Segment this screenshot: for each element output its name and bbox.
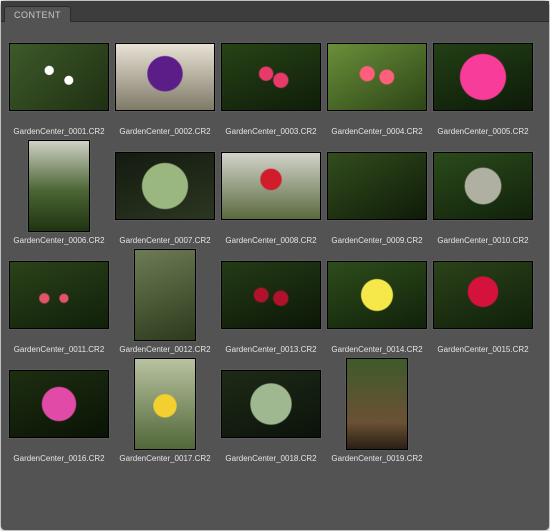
thumbnail-image[interactable]	[221, 370, 321, 438]
thumbnail-filename: GardenCenter_0015.CR2	[433, 345, 533, 354]
thumbnail-box	[221, 250, 321, 340]
thumbnail-cell[interactable]: GardenCenter_0009.CR2	[327, 141, 427, 245]
thumbnail-cell[interactable]: GardenCenter_0001.CR2	[9, 32, 109, 136]
thumbnail-box	[115, 32, 215, 122]
thumbnail-cell[interactable]: GardenCenter_0005.CR2	[433, 32, 533, 136]
thumbnail-filename: GardenCenter_0013.CR2	[221, 345, 321, 354]
thumbnail-filename: GardenCenter_0007.CR2	[115, 236, 215, 245]
thumbnail-cell[interactable]: GardenCenter_0006.CR2	[9, 141, 109, 245]
thumbnail-image[interactable]	[9, 43, 109, 111]
thumbnail-image[interactable]	[221, 261, 321, 329]
thumbnail-image[interactable]	[327, 43, 427, 111]
thumbnail-box	[221, 141, 321, 231]
thumbnail-filename: GardenCenter_0014.CR2	[327, 345, 427, 354]
thumbnail-image[interactable]	[134, 249, 196, 341]
thumbnail-filename: GardenCenter_0003.CR2	[221, 127, 321, 136]
thumbnail-box	[9, 359, 109, 449]
thumbnail-image[interactable]	[221, 152, 321, 220]
thumbnail-box	[327, 141, 427, 231]
thumbnail-box	[327, 250, 427, 340]
thumbnail-image[interactable]	[327, 261, 427, 329]
thumbnail-image[interactable]	[221, 43, 321, 111]
thumbnail-box	[433, 32, 533, 122]
thumbnail-box	[221, 32, 321, 122]
thumbnail-box	[115, 359, 215, 449]
panel-tabbar: CONTENT	[1, 1, 549, 22]
thumbnail-cell[interactable]: GardenCenter_0014.CR2	[327, 250, 427, 354]
thumbnail-box	[115, 141, 215, 231]
thumbnail-cell[interactable]: GardenCenter_0013.CR2	[221, 250, 321, 354]
thumbnail-cell[interactable]: GardenCenter_0019.CR2	[327, 359, 427, 463]
thumbnail-cell[interactable]: GardenCenter_0016.CR2	[9, 359, 109, 463]
thumbnail-cell[interactable]: GardenCenter_0004.CR2	[327, 32, 427, 136]
thumbnail-image[interactable]	[28, 140, 90, 232]
thumbnail-image[interactable]	[346, 358, 408, 450]
thumbnail-cell[interactable]: GardenCenter_0002.CR2	[115, 32, 215, 136]
thumbnail-cell[interactable]: GardenCenter_0018.CR2	[221, 359, 321, 463]
thumbnail-filename: GardenCenter_0018.CR2	[221, 454, 321, 463]
thumbnail-image[interactable]	[433, 43, 533, 111]
thumbnail-image[interactable]	[433, 152, 533, 220]
thumbnail-filename: GardenCenter_0009.CR2	[327, 236, 427, 245]
thumbnail-box	[433, 250, 533, 340]
thumbnail-image[interactable]	[433, 261, 533, 329]
thumbnail-filename: GardenCenter_0004.CR2	[327, 127, 427, 136]
thumbnail-box	[327, 359, 427, 449]
thumbnail-filename: GardenCenter_0012.CR2	[115, 345, 215, 354]
thumbnail-box	[9, 141, 109, 231]
thumbnail-filename: GardenCenter_0019.CR2	[327, 454, 427, 463]
thumbnail-box	[115, 250, 215, 340]
thumbnail-filename: GardenCenter_0006.CR2	[9, 236, 109, 245]
thumbnail-cell[interactable]: GardenCenter_0003.CR2	[221, 32, 321, 136]
thumbnail-image[interactable]	[134, 358, 196, 450]
thumbnail-filename: GardenCenter_0008.CR2	[221, 236, 321, 245]
thumbnail-filename: GardenCenter_0002.CR2	[115, 127, 215, 136]
thumbnail-cell[interactable]: GardenCenter_0015.CR2	[433, 250, 533, 354]
thumbnail-filename: GardenCenter_0017.CR2	[115, 454, 215, 463]
content-area[interactable]: GardenCenter_0001.CR2 GardenCenter_0002.C…	[1, 22, 549, 530]
thumbnail-filename: GardenCenter_0005.CR2	[433, 127, 533, 136]
thumbnail-image[interactable]	[327, 152, 427, 220]
thumbnail-image[interactable]	[9, 370, 109, 438]
thumbnail-box	[9, 250, 109, 340]
thumbnail-image[interactable]	[115, 43, 215, 111]
thumbnail-box	[327, 32, 427, 122]
tab-content[interactable]: CONTENT	[4, 6, 71, 22]
thumbnail-grid: GardenCenter_0001.CR2 GardenCenter_0002.C…	[9, 32, 541, 463]
thumbnail-cell[interactable]: GardenCenter_0017.CR2	[115, 359, 215, 463]
thumbnail-filename: GardenCenter_0016.CR2	[9, 454, 109, 463]
thumbnail-box	[433, 141, 533, 231]
thumbnail-cell[interactable]: GardenCenter_0012.CR2	[115, 250, 215, 354]
thumbnail-filename: GardenCenter_0001.CR2	[9, 127, 109, 136]
thumbnail-cell[interactable]: GardenCenter_0008.CR2	[221, 141, 321, 245]
content-panel: CONTENT GardenCenter_0001.CR2GardenCente…	[1, 1, 549, 530]
thumbnail-box	[9, 32, 109, 122]
thumbnail-box	[221, 359, 321, 449]
thumbnail-filename: GardenCenter_0010.CR2	[433, 236, 533, 245]
thumbnail-filename: GardenCenter_0011.CR2	[9, 345, 109, 354]
thumbnail-cell[interactable]: GardenCenter_0011.CR2	[9, 250, 109, 354]
thumbnail-image[interactable]	[9, 261, 109, 329]
thumbnail-image[interactable]	[115, 152, 215, 220]
thumbnail-cell[interactable]: GardenCenter_0007.CR2	[115, 141, 215, 245]
thumbnail-cell[interactable]: GardenCenter_0010.CR2	[433, 141, 533, 245]
